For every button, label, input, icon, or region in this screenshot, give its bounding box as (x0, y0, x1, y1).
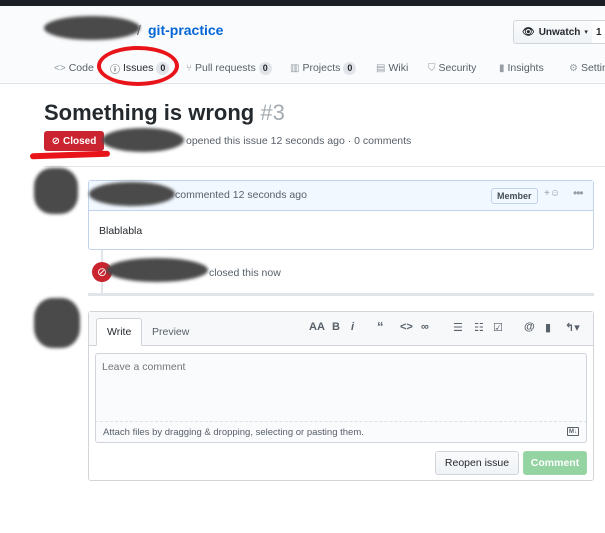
graph-icon: ▮ (499, 62, 505, 74)
projects-counter: 0 (343, 61, 357, 75)
watchers-count[interactable]: 1 (592, 20, 605, 44)
tab-code-label: Code (68, 62, 94, 74)
numbered-list-icon[interactable]: ☷ (474, 321, 484, 334)
unwatch-label: Unwatch (538, 26, 581, 38)
repo-nav-tabs: <> Code ⓘ Issues 0 ⑂ Pull requests 0 ▥ P… (0, 52, 605, 84)
header-divider (44, 166, 605, 167)
comment-editor: Write Preview AA B i “ <> ∞ ☰ ☷ ☑ @ ▮ ↰▾… (88, 311, 594, 481)
pull-requests-counter: 0 (258, 61, 272, 75)
comment-body: Blablabla (99, 225, 143, 237)
comment-header: commented 12 seconds ago Member +☺ ••• (89, 181, 593, 211)
markdown-icon: M↓ (567, 427, 579, 436)
code-icon[interactable]: <> (400, 321, 413, 333)
pull-request-icon: ⑂ (186, 62, 192, 74)
tab-wiki-label: Wiki (388, 62, 409, 74)
reply-icon[interactable]: ↰▾ (565, 321, 580, 334)
redacted-avatar (34, 168, 78, 214)
tab-pull-requests[interactable]: ⑂ Pull requests 0 (186, 52, 272, 84)
bulleted-list-icon[interactable]: ☰ (453, 321, 463, 334)
comment-textarea[interactable] (95, 353, 587, 421)
repo-name-link[interactable]: git-practice (148, 22, 223, 38)
issue-state-label: Closed (63, 135, 97, 147)
reopen-issue-button[interactable]: Reopen issue (435, 451, 519, 475)
caret-down-icon: ▾ (584, 29, 588, 36)
tab-wiki[interactable]: ▤ Wiki (376, 52, 408, 84)
attach-hint: Attach files by dragging & dropping, sel… (103, 427, 364, 438)
issue-number: #3 (260, 100, 285, 125)
issue-title: Something is wrong #3 (44, 100, 285, 126)
book-icon: ▤ (376, 62, 386, 74)
redacted-owner (44, 16, 140, 40)
closed-event-text: closed this now (209, 267, 281, 279)
annotation-underline (29, 150, 111, 160)
tab-write[interactable]: Write (96, 318, 143, 346)
gear-icon: ⚙ (569, 62, 578, 74)
timeline-end (88, 293, 594, 296)
issue-meta: opened this issue 12 seconds ago · 0 com… (186, 135, 412, 147)
bold-icon[interactable]: B (332, 321, 340, 333)
tab-settings[interactable]: ⚙ Settings (569, 52, 605, 84)
code-icon: <> (54, 62, 66, 74)
link-icon[interactable]: ∞ (421, 321, 429, 333)
eye-icon: 👁 (522, 26, 535, 38)
quote-icon[interactable]: “ (377, 319, 384, 334)
tab-projects[interactable]: ▥ Projects 0 (290, 52, 357, 84)
issue-state-badge: ⊘ Closed (44, 131, 104, 151)
issue-closed-icon: ⊘ (51, 135, 61, 147)
more-options-icon[interactable]: ••• (573, 186, 584, 200)
repo-separator: / (137, 22, 141, 38)
bookmark-icon[interactable]: ▮ (545, 321, 551, 334)
project-icon: ▥ (290, 62, 300, 74)
mention-icon[interactable]: @ (524, 321, 535, 333)
tab-security-label: Security (438, 62, 477, 74)
tab-settings-label: Settings (580, 62, 605, 74)
redacted-user-avatar (34, 298, 80, 348)
issue-comment: commented 12 seconds ago Member +☺ ••• B… (88, 180, 594, 250)
comment-button[interactable]: Comment (523, 451, 587, 475)
annotation-circle (97, 46, 179, 86)
redacted-commenter (89, 182, 175, 206)
tab-security[interactable]: ⛉ Security (428, 52, 476, 84)
task-list-icon[interactable]: ☑ (493, 321, 503, 334)
editor-tabs: Write Preview AA B i “ <> ∞ ☰ ☷ ☑ @ ▮ ↰▾ (89, 312, 593, 346)
tab-projects-label: Projects (302, 62, 341, 74)
heading-icon[interactable]: AA (309, 321, 325, 333)
unwatch-button[interactable]: 👁 Unwatch ▾ (513, 20, 593, 44)
tab-code[interactable]: <> Code (54, 52, 94, 84)
attach-files-bar[interactable]: Attach files by dragging & dropping, sel… (95, 421, 587, 443)
tab-insights[interactable]: ▮ Insights (499, 52, 544, 84)
italic-icon[interactable]: i (351, 321, 354, 333)
redacted-author (102, 128, 184, 152)
issue-title-text: Something is wrong (44, 100, 255, 125)
tab-preview[interactable]: Preview (142, 318, 199, 346)
tab-pull-requests-label: Pull requests (195, 62, 256, 74)
comment-meta: commented 12 seconds ago (175, 189, 307, 201)
shield-icon: ⛉ (428, 62, 436, 74)
member-badge: Member (491, 188, 538, 204)
add-reaction-icon[interactable]: +☺ (544, 188, 560, 199)
tab-insights-label: Insights (507, 62, 544, 74)
redacted-closer (106, 258, 208, 282)
